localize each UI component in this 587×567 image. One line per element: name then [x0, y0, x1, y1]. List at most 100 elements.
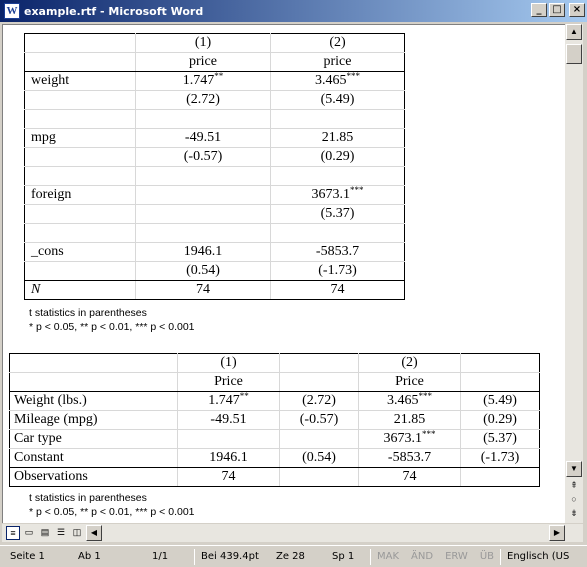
maximize-button[interactable]: □ [549, 3, 565, 17]
outline-view-icon[interactable]: ☰ [54, 526, 68, 540]
tstat-cell: (0.54) [135, 261, 271, 281]
coef-cell: 1.747** [135, 71, 271, 91]
minimize-button[interactable]: _ [531, 3, 547, 17]
table-cell [9, 372, 178, 392]
column-header-2: (2) [358, 353, 461, 373]
table-row: (-0.57) (0.29) [24, 147, 405, 167]
regression-table-1: (1) (2) price price weight 1.747** 3.465… [24, 33, 405, 300]
tstat-cell: (-0.57) [135, 147, 271, 167]
table-cell [270, 166, 405, 186]
notes-line-2: * p < 0.05, ** p < 0.01, *** p < 0.001 [29, 321, 195, 333]
status-rec[interactable]: MAK [371, 549, 405, 565]
document-area[interactable]: (1) (2) price price weight 1.747** 3.465… [2, 24, 565, 523]
coef-cell [177, 429, 280, 449]
close-button[interactable]: × [569, 3, 585, 17]
scroll-down-button[interactable]: ▼ [566, 461, 582, 477]
table-cell [24, 223, 136, 243]
tstat-cell: (2.72) [135, 90, 271, 110]
status-position: Bei 439.4pt [201, 550, 259, 562]
scroll-thumb[interactable] [566, 44, 582, 64]
n-value-1: 74 [135, 280, 271, 300]
row-label [24, 90, 136, 110]
observations-value-1: 74 [177, 467, 280, 487]
table-cell [24, 109, 136, 129]
status-ovr[interactable]: ÜB [474, 549, 500, 565]
tstat-cell: (5.37) [270, 204, 405, 224]
coef-cell: 3.465*** [358, 391, 461, 411]
table2-notes: t statistics in parentheses * p < 0.05, … [29, 491, 195, 519]
word-app-icon[interactable]: W [4, 3, 20, 19]
column-header-2: (2) [270, 33, 405, 53]
normal-view-icon[interactable]: ≡ [6, 526, 20, 540]
notes-line-1: t statistics in parentheses [29, 307, 147, 319]
table-row: _cons 1946.1 -5853.7 [24, 242, 405, 262]
row-label: Mileage (mpg) [9, 410, 178, 430]
window-title: example.rtf - Microsoft Word [24, 4, 204, 18]
coef-cell: 3673.1*** [270, 185, 405, 205]
row-label: Weight (lbs.) [9, 391, 178, 411]
tstat-cell: (5.37) [460, 429, 540, 449]
table-row [24, 109, 405, 129]
tstat-cell: (-1.73) [460, 448, 540, 468]
coef-cell: 21.85 [358, 410, 461, 430]
tstat-cell [135, 204, 271, 224]
row-label [24, 261, 136, 281]
scroll-left-button[interactable]: ◀ [86, 525, 102, 541]
browse-object-icon[interactable]: ○ [566, 494, 582, 508]
coef-cell: 3673.1*** [358, 429, 461, 449]
depvar-1: Price [177, 372, 280, 392]
coef-cell: 3.465*** [270, 71, 405, 91]
table-row: mpg -49.51 21.85 [24, 128, 405, 148]
table-cell [270, 109, 405, 129]
column-header-1: (1) [177, 353, 280, 373]
print-layout-icon[interactable]: ▤ [38, 526, 52, 540]
tstat-cell: (0.29) [270, 147, 405, 167]
observations-label: Observations [9, 467, 178, 487]
table-cell [460, 467, 540, 487]
depvar-2: price [270, 52, 405, 72]
coef-cell [135, 185, 271, 205]
status-ext[interactable]: ERW [439, 549, 474, 565]
status-line: Ze 28 [276, 550, 305, 562]
status-pages: 1/1 [152, 550, 169, 562]
status-column: Sp 1 [332, 550, 355, 562]
scroll-right-button[interactable]: ▶ [549, 525, 565, 541]
tstat-cell: (5.49) [270, 90, 405, 110]
vertical-scrollbar[interactable]: ▲ ▼ ⇞ ○ ⇟ [565, 24, 583, 523]
previous-page-icon[interactable]: ⇞ [566, 480, 582, 494]
table-cell [460, 372, 540, 392]
coef-cell: -5853.7 [270, 242, 405, 262]
table-cell [279, 467, 359, 487]
table-cell [9, 353, 178, 373]
row-label: Car type [9, 429, 178, 449]
row-label: Constant [9, 448, 178, 468]
table-row: (5.37) [24, 204, 405, 224]
table-cell [279, 372, 359, 392]
status-page: Seite 1 [10, 550, 45, 562]
observations-row: Observations 74 74 [9, 467, 540, 487]
table-row: Mileage (mpg) -49.51 (-0.57) 21.85 (0.29… [9, 410, 540, 430]
notes-line-1: t statistics in parentheses [29, 492, 147, 504]
status-language[interactable]: Englisch (US [501, 549, 575, 565]
table-cell [24, 166, 136, 186]
title-bar: W example.rtf - Microsoft Word _ □ × [0, 0, 587, 22]
table-cell [279, 353, 359, 373]
scroll-up-button[interactable]: ▲ [566, 24, 582, 40]
coef-cell: -49.51 [135, 128, 271, 148]
reading-layout-icon[interactable]: ◫ [70, 526, 84, 540]
status-section: Ab 1 [78, 550, 101, 562]
table-cell [270, 223, 405, 243]
table-cell [24, 33, 136, 53]
tstat-cell: (2.72) [279, 391, 359, 411]
row-label: foreign [24, 185, 136, 205]
notes-line-2: * p < 0.05, ** p < 0.01, *** p < 0.001 [29, 506, 195, 518]
status-trk[interactable]: ÄND [405, 549, 439, 565]
next-page-icon[interactable]: ⇟ [566, 508, 582, 522]
table-cell [24, 52, 136, 72]
web-layout-icon[interactable]: ▭ [22, 526, 36, 540]
tstat-cell: (5.49) [460, 391, 540, 411]
row-label: mpg [24, 128, 136, 148]
coef-cell: 1946.1 [177, 448, 280, 468]
coef-cell: -49.51 [177, 410, 280, 430]
row-label: weight [24, 71, 136, 91]
